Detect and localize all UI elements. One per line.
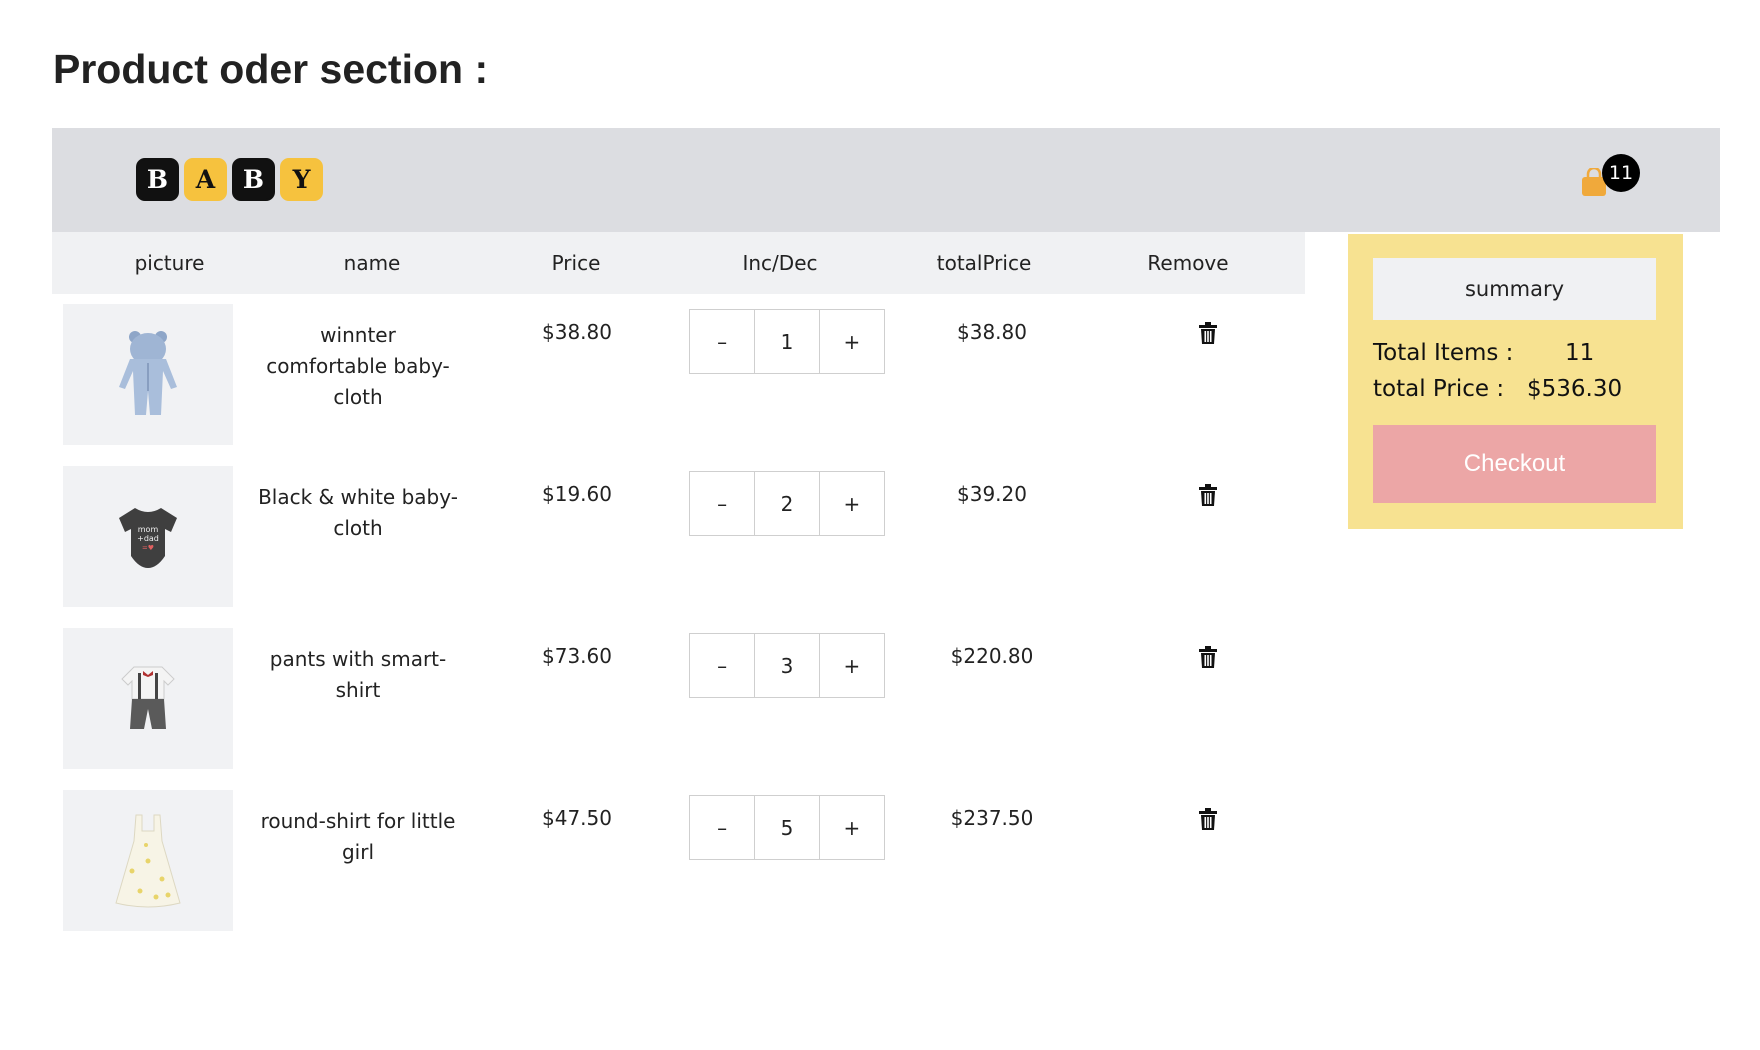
header-price: Price (551, 251, 601, 275)
product-price: $73.60 (542, 644, 612, 668)
trash-icon[interactable] (1198, 322, 1218, 344)
increase-button[interactable]: + (819, 472, 884, 535)
header-name: name (343, 251, 401, 275)
product-price: $19.60 (542, 482, 612, 506)
row-total-price: $38.80 (957, 320, 1027, 344)
table-header: picture name Price Inc/Dec totalPrice Re… (52, 232, 1305, 294)
quantity-stepper: – 2 + (689, 471, 885, 536)
trash-icon[interactable] (1198, 484, 1218, 506)
product-name: Black & white baby-cloth (258, 485, 458, 540)
product-image: mom +dad =♥ (63, 466, 233, 607)
product-image (63, 790, 233, 931)
summary-heading: summary (1373, 258, 1656, 320)
total-price-label: total Price : (1373, 376, 1505, 402)
logo-letter: B (136, 158, 179, 201)
total-items-value: 11 (1565, 340, 1595, 366)
black-onesie-image: mom +dad =♥ (119, 507, 177, 568)
table-row: mom +dad =♥ Black & white baby-cloth $19… (52, 456, 1305, 618)
table-row: round-shirt for little girl $47.50 – 5 +… (52, 780, 1305, 942)
cart-table: picture name Price Inc/Dec totalPrice Re… (52, 232, 1305, 942)
quantity-stepper: – 3 + (689, 633, 885, 698)
quantity-stepper: – 5 + (689, 795, 885, 860)
total-price-value: $536.30 (1527, 376, 1623, 402)
product-name: pants with smart-shirt (269, 647, 447, 702)
checkout-button[interactable]: Checkout (1373, 425, 1656, 503)
header-picture: picture (134, 251, 205, 275)
total-price-line: total Price : $536.30 (1373, 376, 1622, 402)
quantity-stepper: – 1 + (689, 309, 885, 374)
product-name: round-shirt for little girl (260, 809, 456, 864)
svg-text:+dad: +dad (137, 534, 159, 543)
navbar: B A B Y 11 (52, 128, 1720, 232)
decrease-button[interactable]: – (690, 796, 755, 859)
row-total-price: $237.50 (950, 806, 1034, 830)
decrease-button[interactable]: – (690, 634, 755, 697)
logo-letter: Y (280, 158, 323, 201)
trash-icon[interactable] (1198, 808, 1218, 830)
table-row: winnter comfortable baby-cloth $38.80 – … (52, 294, 1305, 456)
logo-letter: B (232, 158, 275, 201)
product-name: winnter comfortable baby-cloth (266, 323, 450, 409)
white-dress-image (115, 814, 181, 907)
decrease-button[interactable]: – (690, 310, 755, 373)
logo-letter: A (184, 158, 227, 201)
quantity-value: 2 (754, 472, 820, 535)
cart-button[interactable]: 11 (1580, 154, 1640, 206)
row-total-price: $220.80 (950, 644, 1034, 668)
header-total-price: totalPrice (936, 251, 1032, 275)
product-price: $47.50 (542, 806, 612, 830)
trash-icon[interactable] (1198, 646, 1218, 668)
page-title: Product oder section : (53, 46, 489, 92)
increase-button[interactable]: + (819, 796, 884, 859)
quantity-value: 3 (754, 634, 820, 697)
svg-text:=♥: =♥ (142, 544, 154, 552)
product-image (63, 304, 233, 445)
row-total-price: $39.20 (957, 482, 1027, 506)
table-row: pants with smart-shirt $73.60 – 3 + $220… (52, 618, 1305, 780)
increase-button[interactable]: + (819, 310, 884, 373)
header-remove: Remove (1147, 251, 1229, 275)
svg-text:mom: mom (138, 525, 159, 534)
product-image (63, 628, 233, 769)
order-summary-panel: summary Total Items : 11 total Price : $… (1348, 234, 1683, 529)
brand-logo[interactable]: B A B Y (136, 158, 323, 201)
product-price: $38.80 (542, 320, 612, 344)
total-items-label: Total Items : (1373, 340, 1514, 366)
total-items-line: Total Items : 11 (1373, 340, 1594, 366)
cart-count-badge: 11 (1602, 154, 1640, 192)
quantity-value: 1 (754, 310, 820, 373)
quantity-value: 5 (754, 796, 820, 859)
blue-romper-image (119, 330, 177, 415)
increase-button[interactable]: + (819, 634, 884, 697)
header-inc-dec: Inc/Dec (742, 251, 818, 275)
shirt-pants-image (121, 666, 175, 729)
decrease-button[interactable]: – (690, 472, 755, 535)
